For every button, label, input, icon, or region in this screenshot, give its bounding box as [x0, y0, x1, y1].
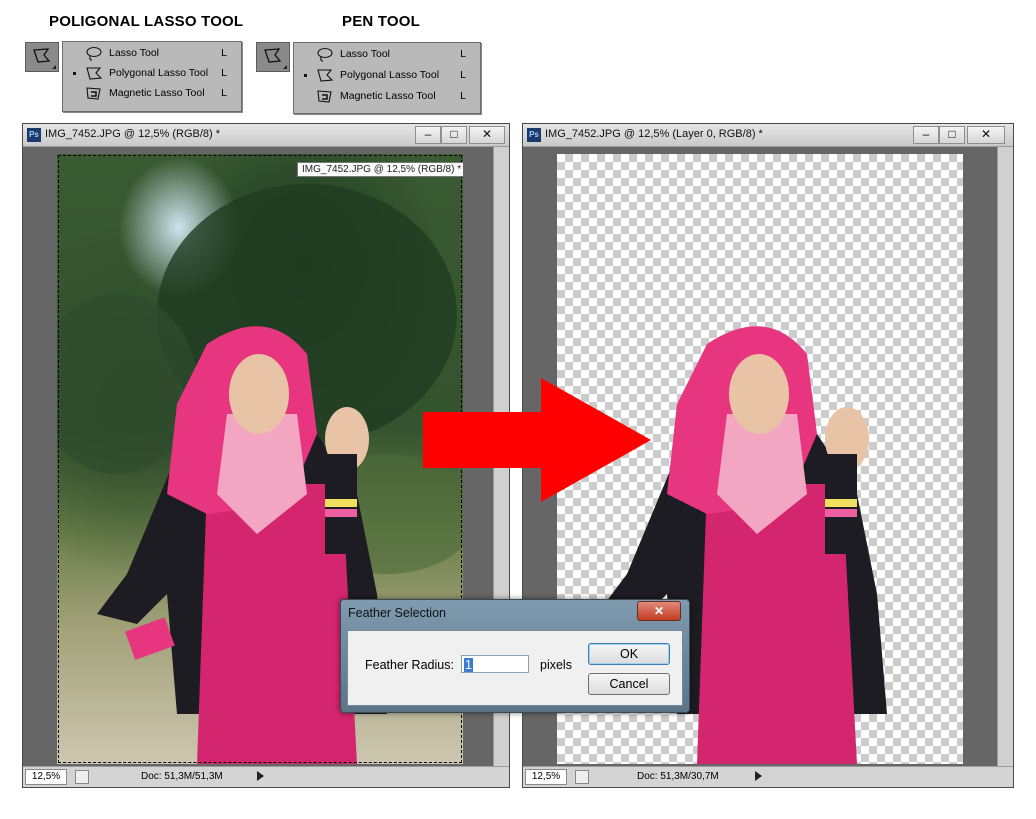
status-icon[interactable] [575, 770, 589, 784]
feather-radius-input[interactable]: 1 [461, 655, 529, 673]
lasso-icon [317, 47, 333, 62]
lasso-flyout-menu-right: Lasso Tool L Polygonal Lasso Tool L Magn… [293, 42, 481, 114]
heading-pen-tool: PEN TOOL [342, 13, 420, 30]
polygonal-lasso-tool-button[interactable] [25, 42, 59, 72]
menu-item-magnetic-lasso-tool[interactable]: Magnetic Lasso Tool L [294, 87, 480, 107]
close-button[interactable]: ✕ [967, 126, 1005, 144]
menu-item-label: Polygonal Lasso Tool [340, 69, 440, 81]
menu-item-magnetic-lasso-tool[interactable]: Magnetic Lasso Tool L [63, 84, 241, 104]
photoshop-icon: Ps [527, 128, 541, 142]
red-right-arrow-icon [423, 378, 651, 502]
window-titlebar[interactable]: Ps IMG_7452.JPG @ 12,5% (Layer 0, RGB/8)… [523, 124, 1013, 147]
vertical-scrollbar[interactable] [997, 147, 1013, 766]
feather-selection-dialog: Feather Selection ✕ Feather Radius: 1 pi… [340, 599, 690, 713]
close-button[interactable]: ✕ [469, 126, 505, 144]
ok-button[interactable]: OK [588, 643, 670, 665]
menu-item-label: Magnetic Lasso Tool [109, 87, 205, 99]
doc-size-info: Doc: 51,3M/51,3M [141, 771, 223, 782]
menu-item-lasso-tool[interactable]: Lasso Tool L [63, 44, 241, 64]
lasso-icon [86, 46, 102, 61]
status-icon[interactable] [75, 770, 89, 784]
window-title: IMG_7452.JPG @ 12,5% (RGB/8) * [45, 128, 221, 140]
menu-item-label: Magnetic Lasso Tool [340, 90, 436, 102]
document-tooltip: IMG_7452.JPG @ 12,5% (RGB/8) * [297, 162, 463, 177]
maximize-button[interactable]: □ [939, 126, 965, 144]
menu-item-polygonal-lasso-tool[interactable]: Polygonal Lasso Tool L [63, 64, 241, 84]
menu-item-label: Lasso Tool [340, 48, 391, 60]
minimize-button[interactable]: – [415, 126, 441, 144]
status-menu-arrow-icon[interactable] [257, 771, 264, 781]
window-title: IMG_7452.JPG @ 12,5% (Layer 0, RGB/8) * [545, 128, 763, 140]
polygonal-lasso-icon [33, 48, 51, 63]
zoom-level-field[interactable]: 12,5% [525, 769, 567, 785]
selected-bullet-icon [304, 74, 307, 77]
menu-item-polygonal-lasso-tool[interactable]: Polygonal Lasso Tool L [294, 66, 480, 86]
magnetic-lasso-icon [317, 90, 332, 103]
doc-size-info: Doc: 51,3M/30,7M [637, 771, 719, 782]
feather-radius-unit: pixels [540, 658, 572, 672]
window-titlebar[interactable]: Ps IMG_7452.JPG @ 12,5% (RGB/8) * – □ ✕ [23, 124, 509, 147]
polygonal-lasso-icon [317, 69, 334, 82]
polygonal-lasso-icon [264, 48, 282, 63]
polygonal-lasso-tool-button-right[interactable] [256, 42, 290, 72]
cancel-button[interactable]: Cancel [588, 673, 670, 695]
heading-polygonal-lasso: POLIGONAL LASSO TOOL [49, 13, 244, 30]
status-bar: 12,5% Doc: 51,3M/30,7M [523, 766, 1013, 787]
menu-item-label: Polygonal Lasso Tool [109, 67, 209, 79]
menu-item-shortcut: L [221, 87, 227, 99]
minimize-button[interactable]: – [913, 126, 939, 144]
menu-item-lasso-tool[interactable]: Lasso Tool L [294, 45, 480, 65]
dialog-title: Feather Selection [348, 606, 446, 620]
dialog-close-button[interactable]: ✕ [637, 601, 681, 621]
status-bar: 12,5% Doc: 51,3M/51,3M [23, 766, 509, 787]
zoom-level-field[interactable]: 12,5% [25, 769, 67, 785]
lasso-flyout-menu-left: Lasso Tool L Polygonal Lasso Tool L Magn… [62, 41, 242, 112]
dialog-body: Feather Radius: 1 pixels OK Cancel [347, 630, 683, 706]
feather-radius-label: Feather Radius: [365, 658, 454, 672]
menu-item-shortcut: L [460, 90, 466, 102]
menu-item-shortcut: L [221, 67, 227, 79]
feather-radius-value: 1 [464, 658, 473, 672]
selected-bullet-icon [73, 72, 76, 75]
menu-item-shortcut: L [460, 69, 466, 81]
polygonal-lasso-icon [86, 67, 103, 80]
menu-item-shortcut: L [460, 48, 466, 60]
menu-item-shortcut: L [221, 47, 227, 59]
status-menu-arrow-icon[interactable] [755, 771, 762, 781]
menu-item-label: Lasso Tool [109, 47, 160, 59]
maximize-button[interactable]: □ [441, 126, 467, 144]
magnetic-lasso-icon [86, 87, 101, 100]
photoshop-icon: Ps [27, 128, 41, 142]
